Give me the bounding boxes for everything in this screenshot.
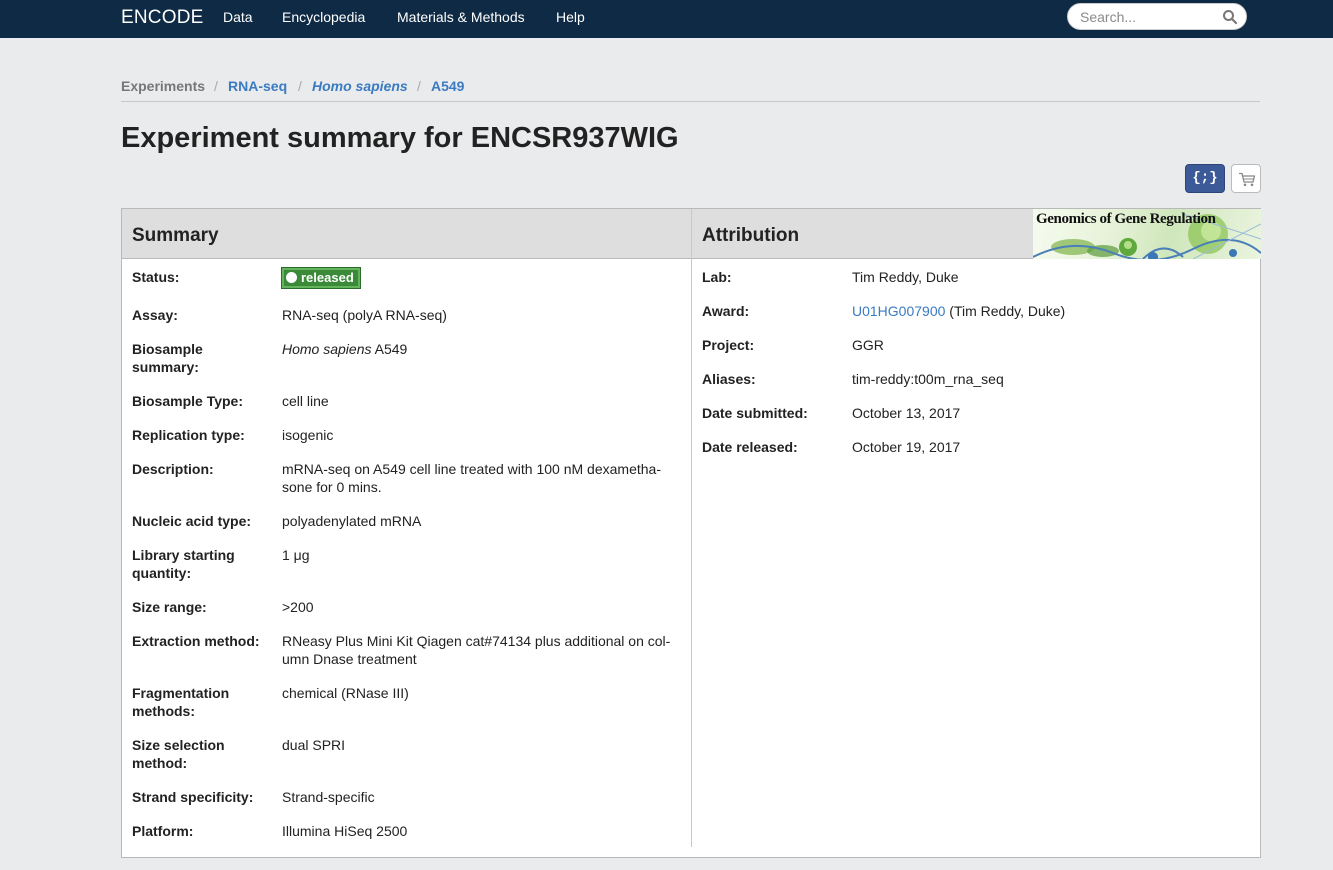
nav-item-help[interactable]: Help — [556, 9, 585, 25]
brand-logo[interactable]: ENCODE — [121, 7, 204, 29]
status-label: Status: — [132, 269, 180, 285]
page-title: Experiment summary for ENCSR937WIG — [121, 122, 679, 154]
date-released-value: October 19, 2017 — [852, 439, 961, 455]
status-badge-text: released — [301, 270, 354, 285]
platform-label: Platform: — [132, 823, 194, 839]
date-released-label: Date released: — [702, 439, 798, 455]
strand-value: Strand-specific — [282, 789, 375, 805]
nav-item-materials-methods[interactable]: Materials & Methods — [397, 9, 525, 25]
panel-divider — [691, 209, 692, 847]
library-quantity-value: 1 μg — [282, 547, 310, 563]
breadcrumb-separator: / — [298, 78, 302, 94]
ggr-logo-text: Genomics of Gene Regulation — [1036, 211, 1216, 227]
description-value: mRNA-seq on A549 cell line treated with … — [282, 461, 661, 495]
nucleic-acid-label: Nucleic acid type: — [132, 513, 252, 529]
biosample-summary-value: Homo sapiens A549 — [282, 340, 677, 358]
size-range-value: >200 — [282, 599, 314, 615]
project-value: GGR — [852, 337, 884, 353]
lab-value: Tim Reddy, Duke — [852, 269, 959, 285]
fragmentation-value: chemical (RNase III) — [282, 685, 409, 701]
strand-label: Strand specificity: — [132, 789, 254, 805]
date-submitted-label: Date submitted: — [702, 405, 808, 421]
size-selection-value: dual SPRI — [282, 737, 346, 753]
breadcrumb-homo-sapiens[interactable]: Homo sapiens — [312, 78, 408, 94]
replication-type-value: isogenic — [282, 427, 334, 443]
summary-header: Summary — [122, 209, 691, 259]
description-label: Description: — [132, 461, 214, 477]
extraction-method-label: Extraction method: — [132, 633, 260, 649]
cart-icon — [1239, 172, 1256, 187]
assay-label: Assay: — [132, 307, 178, 323]
top-navbar: ENCODE Data Encyclopedia Materials & Met… — [0, 0, 1333, 38]
biosample-summary-label: Biosample summary: — [132, 341, 203, 375]
platform-link[interactable]: Illumina HiSeq 2500 — [282, 822, 677, 840]
fragmentation-label: Fragmentation methods: — [132, 685, 230, 719]
biosample-organism: Homo sapiens — [282, 341, 372, 357]
replication-type-label: Replication type: — [132, 427, 245, 443]
extraction-method-value: RNeasy Plus Mini Kit Qiagen cat#74134 pl… — [282, 633, 671, 667]
summary-heading: Summary — [132, 225, 219, 246]
assay-value: RNA-seq (polyA RNA-seq) — [282, 307, 447, 323]
breadcrumb-a549[interactable]: A549 — [431, 78, 464, 94]
lab-label: Lab: — [702, 269, 732, 285]
json-view-button[interactable]: {;} — [1185, 164, 1225, 193]
aliases-value: tim-reddy:t00m_rna_seq — [852, 371, 1004, 387]
breadcrumb-separator: / — [417, 78, 421, 94]
breadcrumb-experiments: Experiments — [121, 78, 206, 94]
status-value: released — [281, 267, 677, 289]
add-to-cart-button[interactable] — [1231, 164, 1261, 193]
experiment-panel: Summary Attribution Genomics of Gene Reg… — [121, 208, 1261, 858]
aliases-label: Aliases: — [702, 371, 756, 387]
ggr-logo[interactable]: Genomics of Gene Regulation — [1033, 209, 1261, 259]
library-quantity-label: Library starting quantity: — [132, 547, 235, 581]
status-dot-icon — [286, 272, 297, 283]
attribution-heading: Attribution — [702, 225, 800, 246]
nav-item-encyclopedia[interactable]: Encyclopedia — [282, 9, 365, 25]
date-submitted-value: October 13, 2017 — [852, 405, 961, 421]
award-link[interactable]: U01HG007900 — [852, 303, 945, 319]
search-input[interactable] — [1080, 8, 1220, 26]
biosample-type-value: cell line — [282, 393, 329, 409]
project-label: Project: — [702, 337, 755, 353]
biosample-name: A549 — [371, 341, 408, 357]
breadcrumb: Experiments / RNA-seq / Homo sapiens / A… — [121, 78, 1260, 102]
biosample-type-label: Biosample Type: — [132, 393, 243, 409]
nucleic-acid-value: polyadenylated mRNA — [282, 513, 422, 529]
award-value: U01HG007900 (Tim Reddy, Duke) — [852, 302, 1232, 320]
status-badge: released — [281, 267, 361, 289]
size-selection-label: Size selection method: — [132, 737, 225, 771]
search-icon[interactable] — [1222, 9, 1238, 25]
award-pi: (Tim Reddy, Duke) — [945, 303, 1066, 319]
nav-item-data[interactable]: Data — [223, 9, 253, 25]
breadcrumb-rna-seq[interactable]: RNA-seq — [228, 78, 287, 94]
award-label: Award: — [702, 303, 750, 319]
search-box — [1067, 3, 1247, 30]
breadcrumb-separator: / — [214, 78, 218, 94]
size-range-label: Size range: — [132, 599, 207, 615]
